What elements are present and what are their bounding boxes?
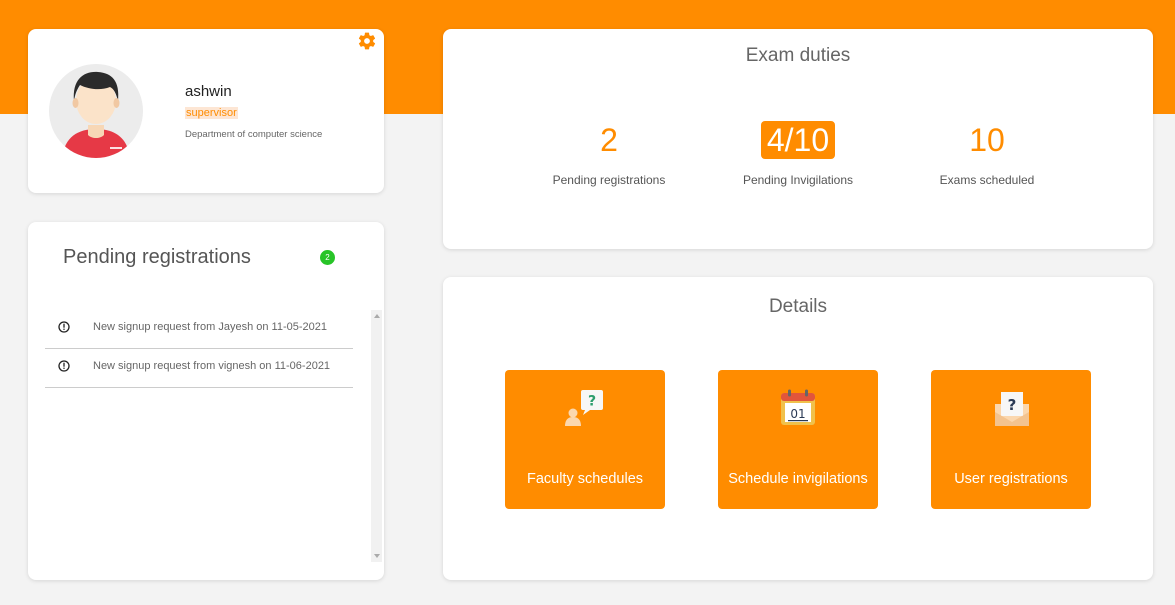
info-icon — [58, 360, 70, 372]
gear-icon[interactable] — [357, 31, 377, 51]
details-title: Details — [768, 296, 828, 317]
user-registrations-button[interactable]: ? User registrations — [931, 370, 1091, 509]
request-list: New signup request from Jayesh on 11-05-… — [45, 310, 353, 388]
user-name: ashwin — [185, 83, 232, 100]
scroll-down-icon[interactable] — [374, 554, 380, 558]
count-badge: 2 — [320, 250, 335, 265]
stat-value: 2 — [600, 122, 618, 158]
scroll-up-icon[interactable] — [374, 314, 380, 318]
stat-value: 10 — [969, 122, 1005, 158]
scrollbar[interactable] — [371, 310, 382, 562]
calendar-icon: 01 — [781, 389, 815, 425]
stat-label: Exams scheduled — [939, 173, 1035, 187]
user-role: supervisor — [185, 107, 238, 119]
tile-label: Schedule invigilations — [728, 471, 868, 487]
info-icon — [58, 321, 70, 333]
tile-label: User registrations — [954, 471, 1068, 487]
tile-label: Faculty schedules — [526, 471, 644, 487]
svg-text:?: ? — [1008, 396, 1017, 414]
stat-pending-invigilations[interactable]: 4/10 Pending Invigilations — [708, 121, 888, 187]
stat-exams-scheduled[interactable]: 10 Exams scheduled — [897, 121, 1077, 187]
exam-duties-card: Exam duties 2 Pending registrations 4/10… — [443, 29, 1153, 249]
person-question-icon: ? — [565, 390, 603, 426]
pending-registrations-card: Pending registrations 2 New signup reque… — [28, 222, 384, 580]
list-item[interactable]: New signup request from vignesh on 11-06… — [45, 349, 353, 388]
details-card: Details ? Faculty schedules 01 Schedule … — [443, 277, 1153, 580]
list-item-text: New signup request from Jayesh on 11-05-… — [93, 321, 327, 333]
exam-duties-title: Exam duties — [745, 45, 851, 66]
pending-title: Pending registrations — [63, 246, 251, 268]
stat-label: Pending Invigilations — [742, 173, 854, 187]
stat-pending-registrations[interactable]: 2 Pending registrations — [519, 121, 699, 187]
profile-card: ashwin supervisor Department of computer… — [28, 29, 384, 193]
faculty-schedules-button[interactable]: ? Faculty schedules — [505, 370, 665, 509]
user-department: Department of computer science — [185, 129, 323, 140]
user-avatar — [49, 64, 143, 158]
envelope-question-icon: ? — [995, 392, 1029, 426]
schedule-invigilations-button[interactable]: 01 Schedule invigilations — [718, 370, 878, 509]
list-item[interactable]: New signup request from Jayesh on 11-05-… — [45, 310, 353, 349]
stat-value: 4/10 — [760, 121, 836, 159]
svg-text:01: 01 — [790, 407, 805, 421]
stat-label: Pending registrations — [552, 173, 666, 187]
svg-text:?: ? — [588, 394, 596, 410]
list-item-text: New signup request from vignesh on 11-06… — [93, 360, 331, 372]
